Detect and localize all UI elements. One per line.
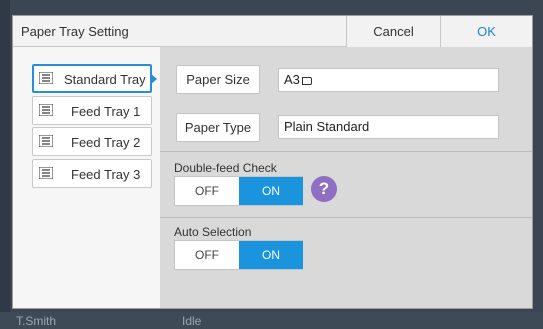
background-user-name: T.Smith	[16, 314, 57, 328]
tray-list-icon	[39, 167, 53, 179]
section-divider	[160, 151, 532, 152]
auto-selection-on-button[interactable]: ON	[239, 241, 303, 269]
background-status-bar: T.Smith Idle	[0, 312, 543, 329]
tray-item-label: Feed Tray 3	[71, 167, 141, 182]
paper-tray-setting-dialog: Paper Tray Setting Cancel OK Standard Tr…	[12, 15, 533, 309]
paper-type-button[interactable]: Paper Type	[176, 113, 260, 142]
tray-list-icon	[39, 104, 53, 116]
selection-arrow-icon	[150, 73, 157, 85]
paper-size-text: A3	[284, 72, 300, 87]
auto-selection-off-button[interactable]: OFF	[175, 241, 239, 269]
auto-selection-label: Auto Selection	[174, 225, 252, 239]
paper-size-button[interactable]: Paper Size	[176, 65, 260, 94]
tray-list-icon	[39, 135, 53, 147]
tray-item-feed-tray-2[interactable]: Feed Tray 2	[32, 127, 152, 156]
cancel-button[interactable]: Cancel	[346, 16, 440, 47]
background-app-strip	[0, 0, 10, 329]
landscape-paper-icon	[301, 77, 312, 85]
paper-size-value: A3	[278, 68, 499, 92]
dialog-title-bar: Paper Tray Setting Cancel OK	[13, 16, 532, 47]
tray-list: Standard Tray Feed Tray 1 Feed Tray 2 Fe…	[13, 47, 160, 308]
section-divider	[160, 217, 532, 218]
double-feed-off-button[interactable]: OFF	[175, 177, 239, 205]
double-feed-check-label: Double-feed Check	[174, 161, 277, 175]
double-feed-on-button[interactable]: ON	[239, 177, 303, 205]
tray-item-feed-tray-3[interactable]: Feed Tray 3	[32, 159, 152, 188]
tray-item-feed-tray-1[interactable]: Feed Tray 1	[32, 96, 152, 125]
tray-item-label: Feed Tray 1	[71, 104, 141, 119]
tray-item-label: Feed Tray 2	[71, 135, 141, 150]
tray-list-icon	[39, 72, 53, 84]
tray-item-standard-tray[interactable]: Standard Tray	[32, 64, 152, 93]
help-icon[interactable]: ?	[311, 176, 337, 202]
tray-settings-panel: Paper Size A3 Paper Type Plain Standard …	[160, 47, 532, 308]
dialog-title: Paper Tray Setting	[21, 24, 129, 39]
ok-button[interactable]: OK	[440, 16, 532, 47]
paper-type-value: Plain Standard	[278, 115, 499, 139]
tray-item-label: Standard Tray	[64, 72, 146, 87]
background-status-text: Idle	[182, 314, 202, 328]
auto-selection-toggle: OFF ON	[174, 240, 303, 270]
double-feed-check-toggle: OFF ON	[174, 176, 303, 206]
